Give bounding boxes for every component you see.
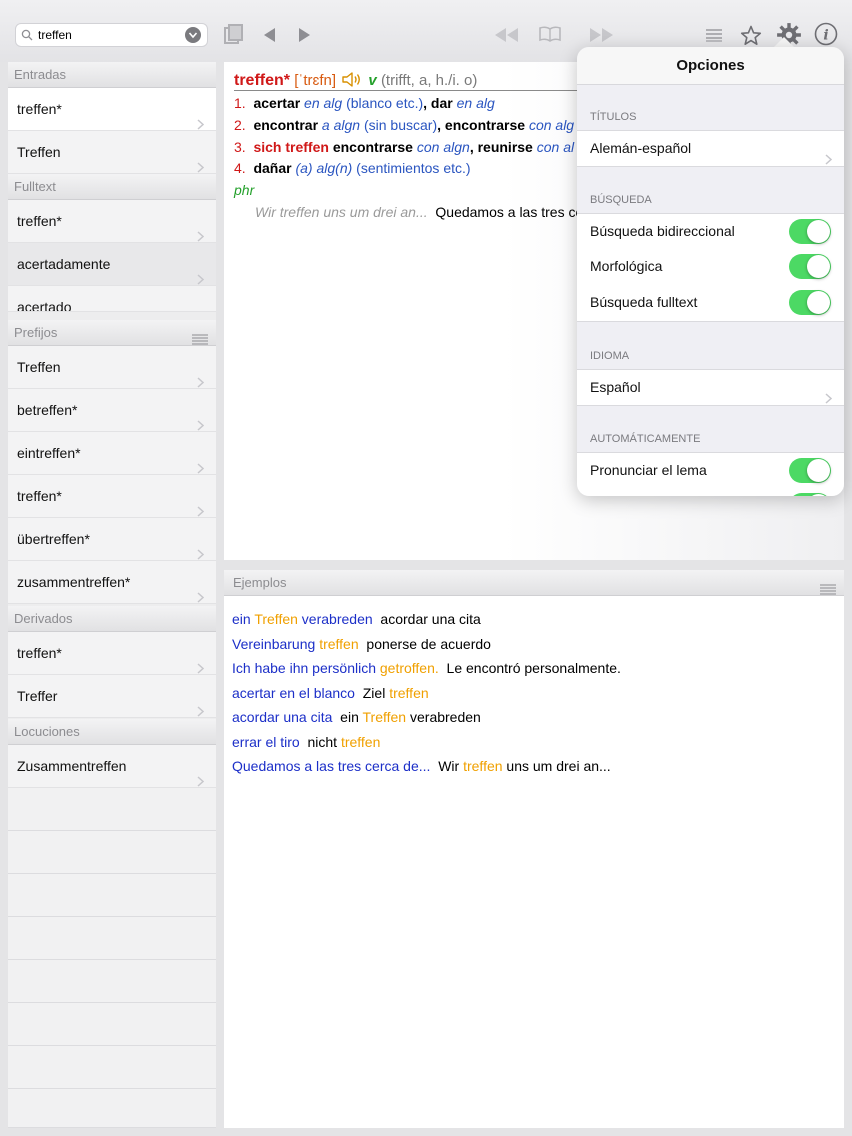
toggle-partial[interactable] bbox=[789, 493, 831, 496]
list-item-derivado[interactable]: Treffer bbox=[8, 675, 216, 718]
empty-row bbox=[8, 1046, 216, 1089]
toggle-pronunciar[interactable] bbox=[789, 458, 831, 483]
sense-1: 1. acertar en alg (blanco etc.), dar en … bbox=[234, 95, 495, 111]
list-item-fulltext[interactable]: acertadamente bbox=[8, 243, 216, 286]
empty-row bbox=[8, 1003, 216, 1046]
option-partial bbox=[577, 488, 844, 496]
entry-header: treffen* [ˈtrɛfn] v (trifft, a, h./i. o) bbox=[234, 71, 477, 92]
search-icon bbox=[16, 29, 38, 41]
svg-text:i: i bbox=[823, 28, 828, 44]
left-pane: Entradas treffen* Treffen Fulltext treff… bbox=[8, 62, 216, 1128]
book-icon[interactable] bbox=[539, 26, 561, 42]
search-box[interactable] bbox=[15, 23, 208, 47]
section-label-titulos: TÍTULOS bbox=[590, 111, 637, 123]
section-header-locuciones: Locuciones bbox=[8, 719, 216, 745]
back-icon[interactable] bbox=[262, 27, 276, 43]
list-item-fulltext[interactable]: acertado bbox=[8, 286, 216, 312]
inflection-forms: (trifft, a, h./i. o) bbox=[380, 72, 478, 89]
search-input[interactable] bbox=[38, 25, 178, 45]
empty-row bbox=[8, 960, 216, 1003]
list-item-prefijo[interactable]: Treffen bbox=[8, 346, 216, 389]
example-line[interactable]: Vereinbarung treffen ponerse de acuerdo bbox=[232, 636, 491, 652]
list-item-prefijo[interactable]: betreffen* bbox=[8, 389, 216, 432]
ipa: [ˈtrɛfn] bbox=[294, 72, 337, 89]
empty-row bbox=[8, 917, 216, 960]
sense-4: 4. dañar (a) alg(n) (sentimientos etc.) bbox=[234, 160, 471, 176]
example-line[interactable]: acordar una cita ein Treffen verabreden bbox=[232, 709, 481, 725]
list-item-prefijo[interactable]: treffen* bbox=[8, 475, 216, 518]
toggle-bidireccional[interactable] bbox=[789, 219, 831, 244]
sense-3: 3. sich treffen encontrarse con algn, re… bbox=[234, 139, 575, 155]
examples-pane: Ejemplos ein Treffen verabreden acordar … bbox=[224, 570, 844, 1128]
list-item-locucion[interactable]: Zusammentreffen bbox=[8, 745, 216, 788]
example-line[interactable]: acertar en el blanco Ziel treffen bbox=[232, 685, 429, 701]
chevron-right-icon bbox=[197, 302, 204, 311]
first-icon[interactable] bbox=[495, 28, 519, 42]
popover-title: Opciones bbox=[577, 47, 844, 85]
chevron-right-icon bbox=[825, 143, 833, 178]
last-icon[interactable] bbox=[589, 28, 613, 42]
list-item-prefijo[interactable]: zusammentreffen* bbox=[8, 561, 216, 604]
section-label-automaticamente: AUTOMÁTICAMENTE bbox=[590, 433, 701, 445]
section-header-prefijos: Prefijos bbox=[8, 320, 216, 346]
list-icon[interactable] bbox=[705, 28, 723, 42]
clear-icon[interactable] bbox=[185, 27, 201, 43]
option-bidireccional: Búsqueda bidireccional bbox=[577, 213, 844, 250]
star-icon[interactable] bbox=[740, 25, 762, 46]
empty-row bbox=[8, 831, 216, 874]
forward-icon[interactable] bbox=[298, 27, 312, 43]
example-line[interactable]: errar el tiro nicht treffen bbox=[232, 734, 380, 750]
sense-2: 2. encontrar a algn (sin buscar), encont… bbox=[234, 117, 575, 133]
info-icon[interactable]: i bbox=[814, 22, 838, 46]
example-line[interactable]: Ich habe ihn persönlich getroffen. Le en… bbox=[232, 660, 621, 676]
example-line[interactable]: Quedamos a las tres cerca de... Wir tref… bbox=[232, 758, 611, 774]
phrase-label: phr bbox=[234, 182, 255, 198]
example-line[interactable]: ein Treffen verabreden acordar una cita bbox=[232, 611, 481, 627]
speaker-icon[interactable] bbox=[342, 71, 362, 92]
list-item-prefijo[interactable]: übertreffen* bbox=[8, 518, 216, 561]
section-header-fulltext: Fulltext bbox=[8, 174, 216, 200]
chevron-right-icon bbox=[825, 382, 833, 417]
section-label-idioma: IDIOMA bbox=[590, 350, 630, 362]
list-item-entrada[interactable]: Treffen bbox=[8, 131, 216, 174]
list-item-fulltext[interactable]: treffen* bbox=[8, 200, 216, 243]
option-pronunciar: Pronunciar el lema bbox=[577, 452, 844, 489]
list-item-entrada[interactable]: treffen* bbox=[8, 88, 216, 131]
option-titulos[interactable]: Alemán-español bbox=[577, 130, 844, 167]
option-morfologica: Morfológica bbox=[577, 249, 844, 286]
section-header-derivados: Derivados bbox=[8, 606, 216, 632]
part-of-speech: v bbox=[368, 72, 377, 89]
empty-row bbox=[8, 1089, 216, 1128]
empty-row bbox=[8, 788, 216, 831]
toggle-morfologica[interactable] bbox=[789, 254, 831, 279]
list-item-derivado[interactable]: treffen* bbox=[8, 632, 216, 675]
empty-row bbox=[8, 874, 216, 917]
section-header-entradas: Entradas bbox=[8, 62, 216, 88]
option-idioma[interactable]: Español bbox=[577, 369, 844, 406]
options-popover: Opciones TÍTULOS Alemán-español BÚSQUEDA… bbox=[577, 47, 844, 496]
toggle-fulltext[interactable] bbox=[789, 290, 831, 315]
section-header-ejemplos: Ejemplos bbox=[224, 570, 844, 596]
section-label-busqueda: BÚSQUEDA bbox=[590, 194, 652, 206]
option-fulltext: Búsqueda fulltext bbox=[577, 285, 844, 322]
sync-icon[interactable] bbox=[222, 23, 244, 47]
list-item-prefijo[interactable]: eintreffen* bbox=[8, 432, 216, 475]
headword: treffen* bbox=[234, 72, 291, 89]
phrase-example: Wir treffen uns um drei an... Quedamos a… bbox=[255, 204, 584, 220]
menu-icon[interactable] bbox=[820, 578, 836, 604]
